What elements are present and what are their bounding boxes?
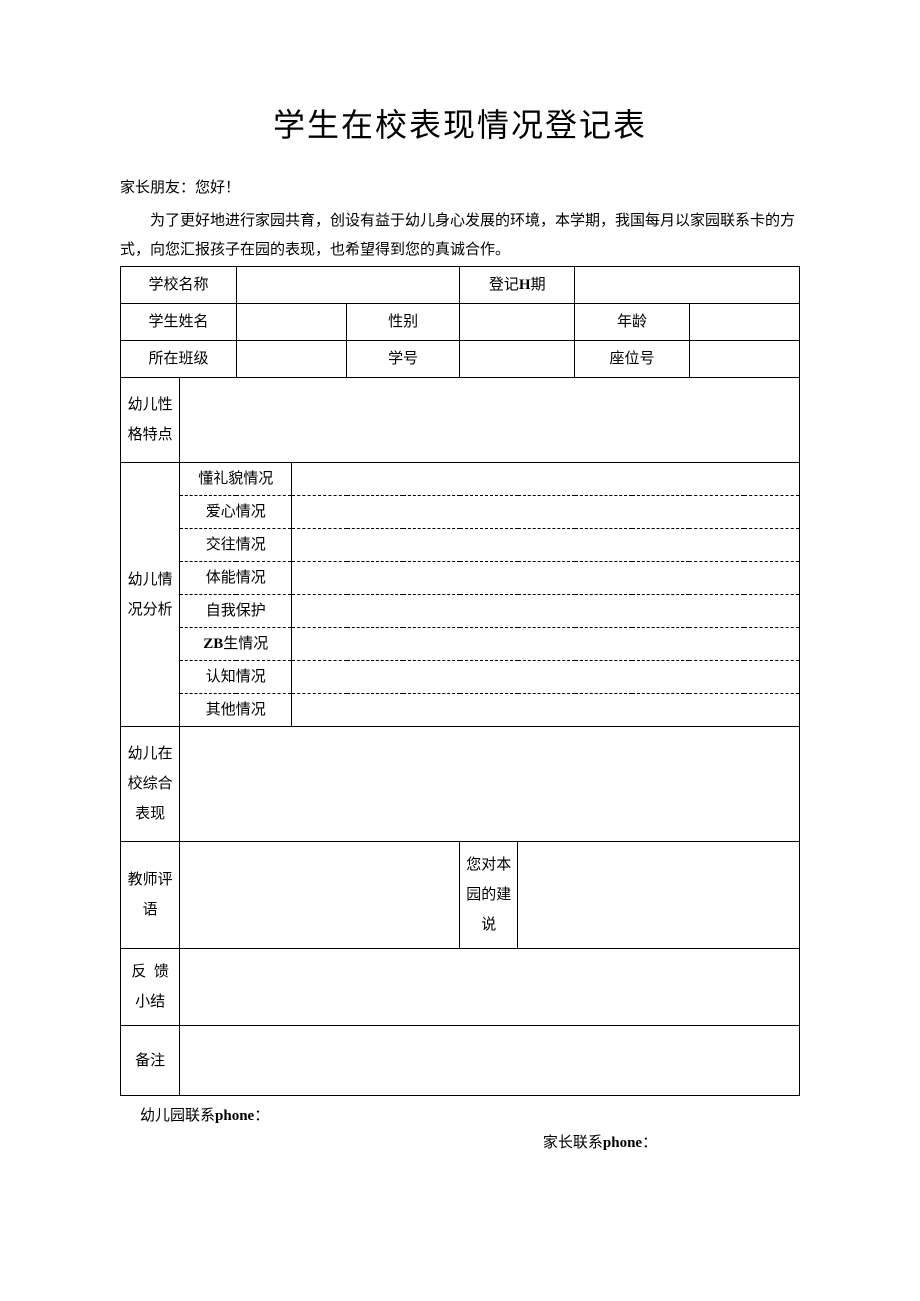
school-value[interactable] <box>236 267 459 304</box>
seat-no-value[interactable] <box>689 341 799 378</box>
parent-suggestion-label: 您对本园的建说 <box>460 842 518 949</box>
feedback-label: 反 馈小结 <box>121 949 180 1026</box>
gender-label: 性别 <box>347 304 460 341</box>
age-value[interactable] <box>689 304 799 341</box>
reg-date-label: 登记H期 <box>460 267 575 304</box>
teacher-comment-value[interactable] <box>180 842 460 949</box>
analysis-item-label: 其他情况 <box>180 694 292 727</box>
kindergarten-phone-label: 幼儿园联系phone： <box>140 1104 800 1125</box>
remarks-label: 备注 <box>121 1026 180 1096</box>
feedback-value[interactable] <box>180 949 800 1026</box>
personality-value[interactable] <box>180 378 800 463</box>
analysis-item-label: 体能情况 <box>180 562 292 595</box>
analysis-item-label: 认知情况 <box>180 661 292 694</box>
analysis-item-label: ZB生情况 <box>180 628 292 661</box>
student-name-value[interactable] <box>236 304 346 341</box>
intro-text: 为了更好地进行家园共育，创设有益于幼儿身心发展的环境，本学期，我国每月以家园联系… <box>120 207 800 264</box>
analysis-item-value[interactable] <box>292 694 800 727</box>
age-label: 年龄 <box>575 304 689 341</box>
student-name-label: 学生姓名 <box>121 304 237 341</box>
parent-suggestion-value[interactable] <box>518 842 800 949</box>
analysis-item-value[interactable] <box>292 628 800 661</box>
seat-no-label: 座位号 <box>575 341 689 378</box>
gender-value[interactable] <box>460 304 575 341</box>
teacher-comment-label: 教师评语 <box>121 842 180 949</box>
reg-date-value[interactable] <box>575 267 800 304</box>
analysis-item-label: 交往情况 <box>180 529 292 562</box>
analysis-item-value[interactable] <box>292 562 800 595</box>
analysis-item-value[interactable] <box>292 463 800 496</box>
analysis-item-label: 爱心情况 <box>180 496 292 529</box>
remarks-value[interactable] <box>180 1026 800 1096</box>
greeting-text: 家长朋友：您好！ <box>120 176 800 197</box>
analysis-item-label: 自我保护 <box>180 595 292 628</box>
analysis-item-value[interactable] <box>292 529 800 562</box>
analysis-item-value[interactable] <box>292 595 800 628</box>
class-label: 所在班级 <box>121 341 237 378</box>
analysis-item-value[interactable] <box>292 661 800 694</box>
student-no-value[interactable] <box>460 341 575 378</box>
personality-label: 幼儿性格特点 <box>121 378 180 463</box>
registration-table: 学校名称 登记H期 学生姓名 性别 年龄 所在班级 学号 座位号 <box>120 266 800 1096</box>
parent-phone-label: 家长联系phone： <box>400 1131 800 1152</box>
document-title: 学生在校表现情况登记表 <box>120 100 800 146</box>
analysis-item-value[interactable] <box>292 496 800 529</box>
student-no-label: 学号 <box>347 341 460 378</box>
overall-value[interactable] <box>180 727 800 842</box>
school-label: 学校名称 <box>121 267 237 304</box>
overall-label: 幼儿在校综合表现 <box>121 727 180 842</box>
class-value[interactable] <box>236 341 346 378</box>
analysis-item-label: 懂礼貌情况 <box>180 463 292 496</box>
analysis-section-label: 幼儿情况分析 <box>121 463 180 727</box>
